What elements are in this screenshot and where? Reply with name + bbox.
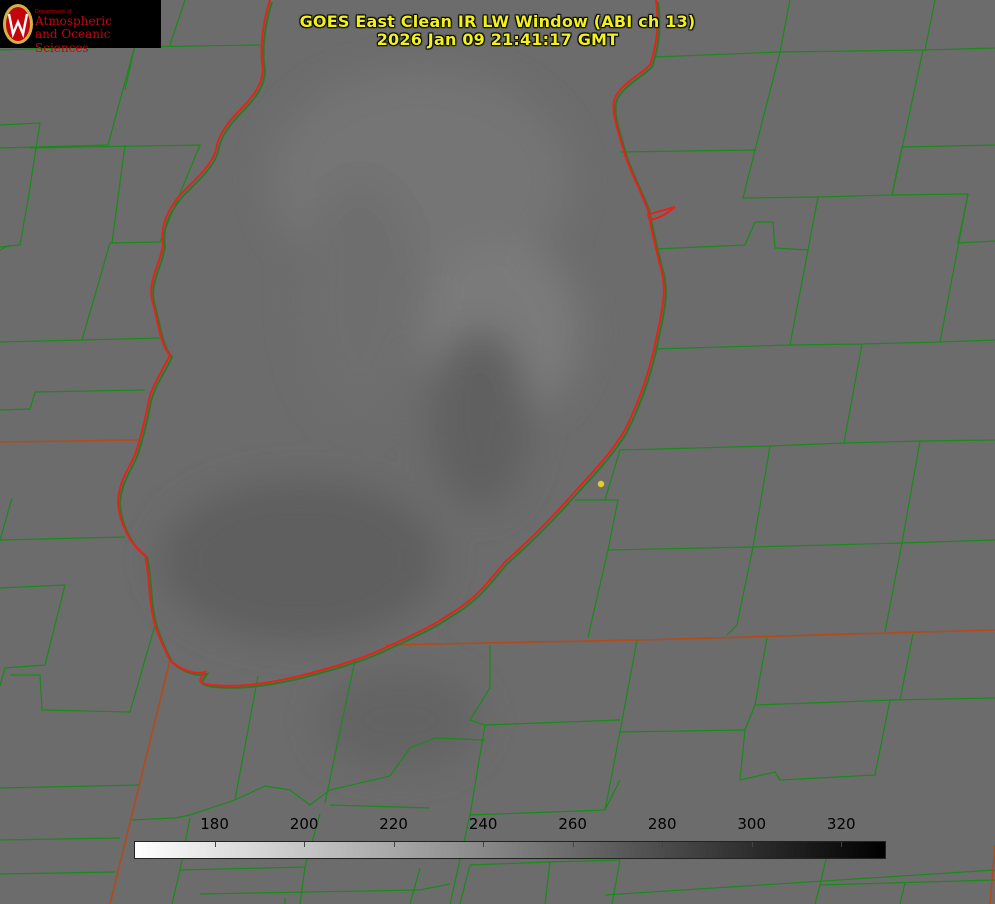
brightness-temperature-colorbar (134, 841, 886, 859)
satellite-image-viewer: Department of Atmospheric and Oceanic Sc… (0, 0, 995, 904)
colorbar-tick-mark (572, 842, 574, 847)
colorbar-tick-mark (662, 842, 664, 847)
colorbar-tick-label: 280 (647, 815, 677, 833)
colorbar-tick-label: 240 (468, 815, 498, 833)
colorbar-tick-mark (304, 842, 306, 847)
colorbar-tick-label: 300 (737, 815, 767, 833)
image-title: GOES East Clean IR LW Window (ABI ch 13) (299, 12, 696, 31)
image-timestamp: 2026 Jan 09 21:41:17 GMT (376, 30, 619, 49)
colorbar-tick-label: 180 (200, 815, 229, 833)
map-canvas (0, 0, 995, 904)
colorbar-tick-label: 220 (379, 815, 408, 833)
colorbar-tick-mark (751, 842, 753, 847)
colorbar-tick-mark (841, 842, 843, 847)
colorbar-tick-label: 320 (826, 815, 856, 833)
colorbar-tick-mark (483, 842, 485, 847)
colorbar-tick-label: 200 (289, 815, 319, 833)
colorbar-tick-mark (393, 842, 395, 847)
colorbar-tick-label: 260 (558, 815, 587, 833)
location-marker (597, 480, 605, 488)
colorbar-tick-mark (214, 842, 216, 847)
